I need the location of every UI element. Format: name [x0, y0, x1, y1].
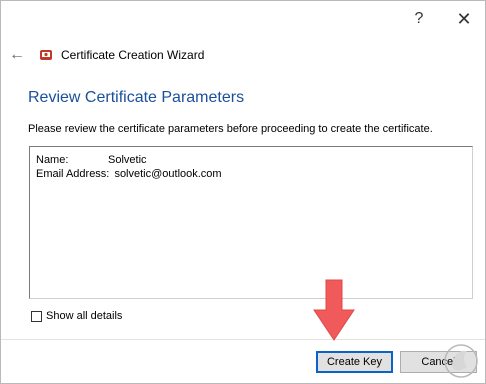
- help-button[interactable]: ?: [408, 9, 430, 29]
- show-all-details-checkbox[interactable]: [31, 310, 42, 322]
- red-arrow-icon: [313, 279, 355, 341]
- param-value: solvetic@outlook.com: [114, 168, 222, 180]
- show-all-details-option[interactable]: Show all details: [31, 310, 122, 322]
- app-title: Certificate Creation Wizard: [61, 48, 205, 62]
- instructions-text: Please review the certificate parameters…: [28, 123, 433, 135]
- create-key-button[interactable]: Create Key: [316, 351, 393, 373]
- page-title: Review Certificate Parameters: [28, 89, 245, 106]
- param-row-name: Name: Solvetic: [36, 154, 147, 166]
- footer-divider: [1, 339, 485, 340]
- back-arrow-icon[interactable]: ←: [9, 46, 27, 64]
- certificate-icon: [40, 50, 52, 60]
- wizard-header: ← Certificate Creation Wizard: [9, 45, 204, 65]
- param-row-email: Email Address: solvetic@outlook.com: [36, 168, 222, 180]
- param-label: Name:: [36, 154, 69, 166]
- close-button[interactable]: ✕: [453, 9, 475, 29]
- parameters-box[interactable]: Name: Solvetic Email Address: solvetic@o…: [29, 146, 473, 299]
- wizard-window: ? ✕ ← Certificate Creation Wizard Review…: [0, 0, 486, 384]
- param-value: Solvetic: [108, 154, 147, 166]
- param-label: Email Address:: [36, 168, 110, 180]
- watermark-logo-icon: [444, 344, 478, 378]
- show-all-details-label[interactable]: Show all details: [46, 310, 122, 322]
